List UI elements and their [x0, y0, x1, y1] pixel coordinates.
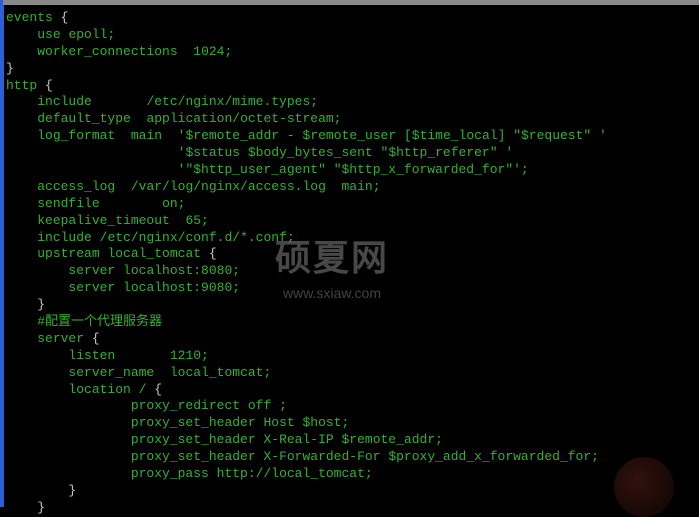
code-line: proxy_set_header X-Forwarded-For $proxy_…: [6, 449, 699, 466]
code-line: proxy_redirect off ;: [6, 398, 699, 415]
code-line: proxy_set_header X-Real-IP $remote_addr;: [6, 432, 699, 449]
code-line: log_format main '$remote_addr - $remote_…: [6, 128, 699, 145]
code-line: '$status $body_bytes_sent "$http_referer…: [6, 145, 699, 162]
code-line: proxy_set_header Host $host;: [6, 415, 699, 432]
code-line: sendfile on;: [6, 196, 699, 213]
code-line: }: [6, 297, 699, 314]
code-line: default_type application/octet-stream;: [6, 111, 699, 128]
code-line: worker_connections 1024;: [6, 44, 699, 61]
code-line: '"$http_user_agent" "$http_x_forwarded_f…: [6, 162, 699, 179]
code-line: http {: [6, 78, 699, 95]
code-content: events { use epoll; worker_connections 1…: [0, 5, 699, 517]
code-line: proxy_pass http://local_tomcat;: [6, 466, 699, 483]
code-line: location / {: [6, 382, 699, 399]
code-line: }: [6, 500, 699, 517]
left-selection-gutter: [0, 5, 4, 507]
code-line: include /etc/nginx/conf.d/*.conf;: [6, 230, 699, 247]
code-line: listen 1210;: [6, 348, 699, 365]
code-line: }: [6, 61, 699, 78]
code-line: use epoll;: [6, 27, 699, 44]
code-line: server localhost:9080;: [6, 280, 699, 297]
code-line: server {: [6, 331, 699, 348]
code-line: server localhost:8080;: [6, 263, 699, 280]
code-line: server_name local_tomcat;: [6, 365, 699, 382]
code-line: }: [6, 483, 699, 500]
code-line: keepalive_timeout 65;: [6, 213, 699, 230]
code-line: access_log /var/log/nginx/access.log mai…: [6, 179, 699, 196]
code-line: upstream local_tomcat {: [6, 246, 699, 263]
code-line: #配置一个代理服务器: [6, 314, 699, 331]
code-line: events {: [6, 10, 699, 27]
code-line: include /etc/nginx/mime.types;: [6, 94, 699, 111]
